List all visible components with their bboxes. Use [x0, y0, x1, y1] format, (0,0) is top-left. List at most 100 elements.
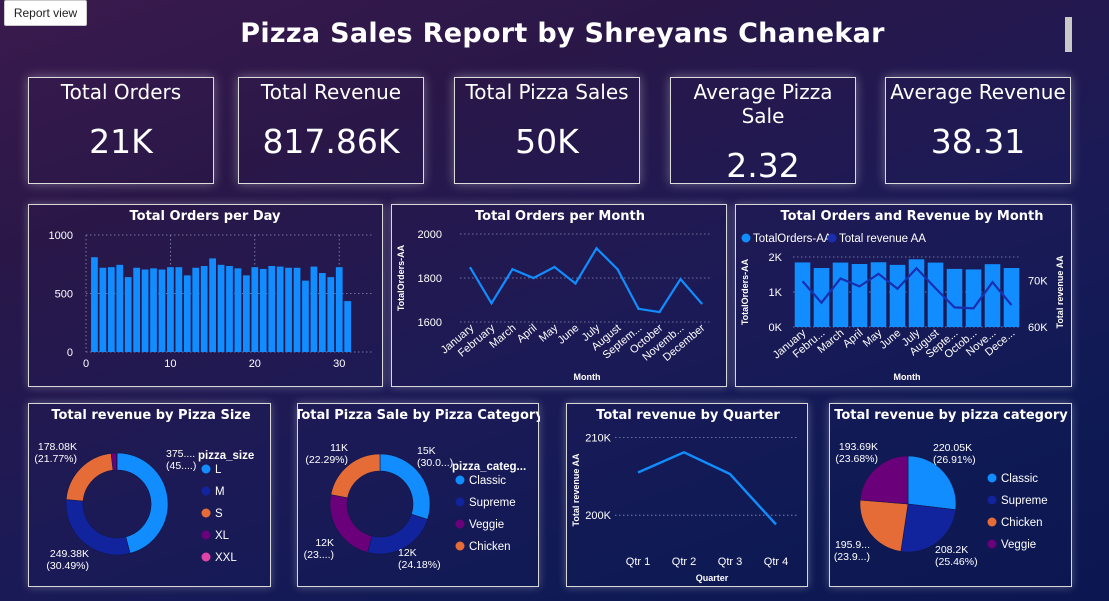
- legend-label: XL: [215, 530, 230, 542]
- bar: [310, 266, 318, 352]
- data-label-pct: (30.0...): [417, 457, 453, 469]
- x-axis-title: Month: [574, 372, 601, 382]
- x-tick-label: Qtr 3: [718, 556, 742, 568]
- chart-title: Total revenue by Pizza Size: [51, 408, 251, 423]
- bar: [344, 301, 352, 352]
- y-tick-label: 1600: [418, 317, 442, 329]
- x-tick-label: May: [537, 322, 561, 345]
- legend-label: Veggie: [469, 519, 504, 531]
- bar: [251, 267, 259, 352]
- bar: [302, 280, 309, 352]
- bar: [268, 266, 276, 352]
- legend-marker: [455, 497, 465, 507]
- legend-marker: [987, 517, 997, 527]
- x-tick-label: Qtr 1: [626, 556, 650, 568]
- kpi-label: Average Pizza Sale: [693, 80, 833, 128]
- x-axis-title: Month: [894, 372, 921, 382]
- y-axis-title: TotalOrders-AA: [396, 244, 406, 311]
- data-label-pct: (45....): [166, 460, 196, 472]
- legend-marker: [455, 475, 465, 485]
- data-label: 178.08K: [38, 441, 77, 453]
- legend-label: Chicken: [469, 541, 511, 553]
- data-label-pct: (26.91%): [933, 454, 976, 466]
- kpi-label: Total Orders: [60, 80, 182, 104]
- bar: [293, 267, 301, 352]
- chart-orders-per-day[interactable]: Total Orders per Day 0 500 1000 0 10 20 30: [28, 204, 383, 387]
- bar: [141, 269, 149, 352]
- bar: [851, 264, 868, 327]
- scroll-marker[interactable]: [1065, 17, 1072, 52]
- bar: [200, 266, 208, 352]
- data-label: 193.69K: [839, 441, 878, 453]
- legend-label: Supreme: [1001, 495, 1048, 507]
- legend-label: M: [215, 486, 225, 498]
- bar: [158, 269, 166, 352]
- y-tick-label: 0: [67, 347, 73, 359]
- x-tick-label: 30: [333, 358, 345, 370]
- kpi-value: 2.32: [726, 146, 800, 185]
- data-label: 375....: [166, 448, 195, 460]
- legend-label: Classic: [469, 475, 506, 487]
- legend-marker: [201, 486, 211, 496]
- legend-label: TotalOrders-AA: [753, 233, 832, 245]
- legend-title: pizza_size: [198, 450, 254, 462]
- legend-label: S: [215, 508, 223, 520]
- chart-revenue-by-category[interactable]: Total revenue by pizza category Classic Su…: [829, 403, 1072, 587]
- legend-label: Total revenue AA: [839, 233, 926, 245]
- x-tick-label: Qtr 4: [764, 556, 788, 568]
- y-tick-label: 1000: [49, 230, 73, 242]
- x-tick-label: 20: [249, 358, 261, 370]
- y2-tick-label: 70K: [1028, 275, 1048, 287]
- kpi-card-average-revenue: Average Revenue 38.31: [885, 77, 1071, 184]
- data-label-pct: (25.46%): [935, 556, 978, 568]
- chart-revenue-by-size[interactable]: Total revenue by Pizza Size pizza_size L M S…: [28, 403, 271, 587]
- data-point: [595, 247, 598, 250]
- x-tick-label: April: [515, 322, 540, 345]
- bar: [259, 268, 267, 352]
- bar: [226, 266, 233, 352]
- chart-orders-per-month[interactable]: Total Orders per Month 1600 1800 2000 Januar…: [391, 204, 727, 387]
- legend-label: Veggie: [1001, 539, 1036, 551]
- data-point: [700, 302, 703, 305]
- bar: [183, 275, 191, 352]
- bar: [870, 262, 887, 327]
- chart-title: Total Orders per Day: [130, 209, 282, 224]
- bar: [984, 264, 1001, 327]
- bar: [832, 262, 849, 327]
- bar: [889, 264, 906, 327]
- bar: [234, 268, 242, 352]
- chart-svg: Total Pizza Sale by Pizza Category pizza_…: [298, 408, 540, 571]
- chart-revenue-by-quarter[interactable]: Total revenue by Quarter 200K 210K Qtr 1 Qtr…: [566, 403, 808, 587]
- y-tick-label: 210K: [585, 433, 611, 445]
- bar: [318, 273, 326, 352]
- legend-label: L: [215, 464, 222, 476]
- bar: [794, 262, 811, 327]
- chart-sale-by-category[interactable]: Total Pizza Sale by Pizza Category pizza_…: [297, 403, 540, 587]
- bar: [91, 257, 98, 352]
- bar: [107, 267, 115, 352]
- bar: [99, 267, 107, 352]
- data-label: 208.2K: [935, 544, 968, 556]
- data-point: [658, 310, 661, 314]
- kpi-label: Total Revenue: [260, 80, 402, 104]
- bar: [217, 264, 225, 352]
- bar: [167, 267, 174, 352]
- legend-marker: [201, 530, 211, 540]
- kpi-card-total-pizza-sales: Total Pizza Sales 50K: [454, 77, 640, 184]
- y-tick-label: 1800: [418, 273, 442, 285]
- bar: [335, 267, 343, 352]
- chart-svg: Total Orders per Month160018002000Januar…: [396, 209, 712, 382]
- data-label-pct: (23.9...): [834, 551, 870, 563]
- legend-marker: [455, 541, 465, 551]
- chart-orders-revenue-by-month[interactable]: Total Orders and Revenue by Month 0K 1K 2K 6…: [735, 204, 1072, 387]
- kpi-value: 21K: [89, 122, 153, 161]
- x-tick-label: June: [555, 322, 581, 347]
- bar: [965, 269, 982, 327]
- chart-svg: Total Orders and Revenue by Month 0K 1K 2K 6…: [740, 209, 1065, 382]
- bar: [209, 258, 216, 352]
- legend-marker: [987, 539, 997, 549]
- series-line: [637, 450, 777, 526]
- data-label-pct: (23.68%): [835, 453, 878, 465]
- x-axis-title: Quarter: [696, 573, 729, 583]
- legend-marker: [827, 233, 837, 243]
